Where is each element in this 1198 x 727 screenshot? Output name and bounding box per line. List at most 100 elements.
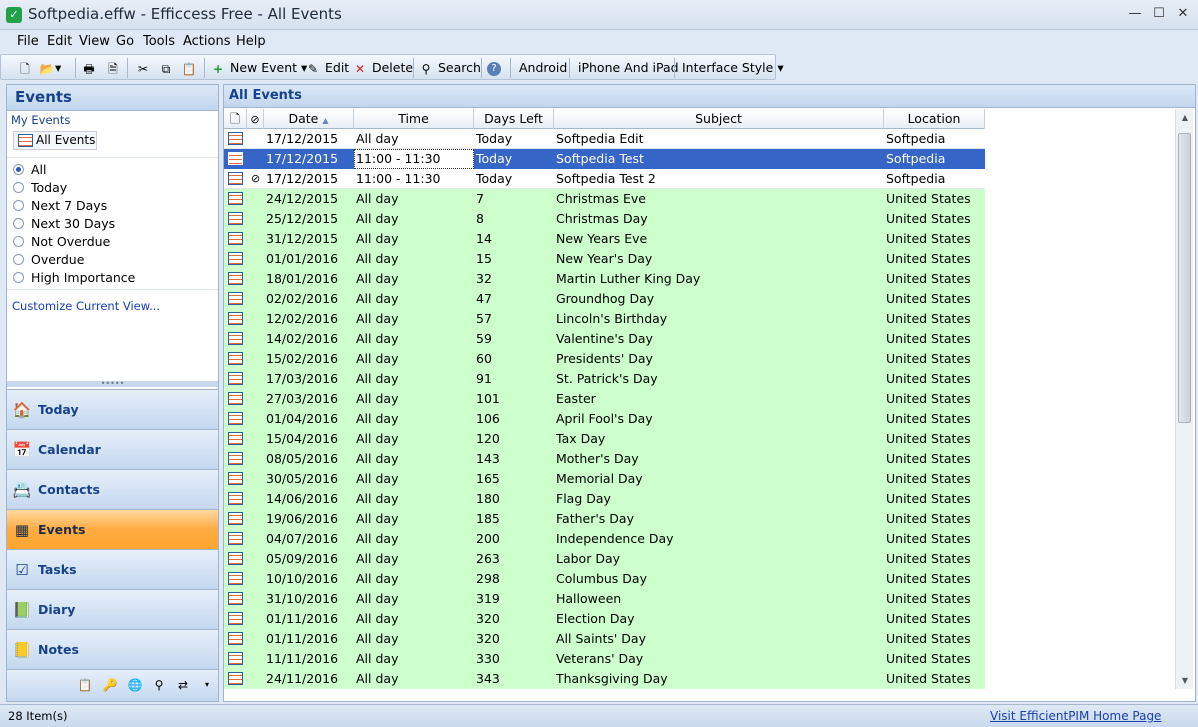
table-row[interactable]: 02/02/2016 All day 47 Groundhog Day United S… xyxy=(224,289,985,309)
location-column-header[interactable]: Location xyxy=(884,109,985,129)
interface-style-button[interactable]: Interface Style ▾ xyxy=(682,58,784,78)
open-folder-icon[interactable]: 📂▾ xyxy=(39,58,62,78)
table-row[interactable]: 01/01/2016 All day 15 New Year's Day United … xyxy=(224,249,985,269)
table-row[interactable]: 15/02/2016 All day 60 Presidents' Day United… xyxy=(224,349,985,369)
clipboard-icon[interactable]: 📋 xyxy=(77,677,93,693)
key-icon[interactable]: 🔑 xyxy=(102,677,118,693)
nav-calendar-button[interactable]: 📅 Calendar xyxy=(7,429,218,469)
nav-contacts-button[interactable]: 📇 Contacts xyxy=(7,469,218,509)
android-button[interactable]: Android xyxy=(519,58,567,78)
vertical-scrollbar[interactable]: ▲ ▼ xyxy=(1175,109,1193,689)
new-file-icon[interactable]: 🗋 xyxy=(17,58,33,78)
scroll-up-icon[interactable]: ▲ xyxy=(1176,109,1194,126)
nav-splitter-handle[interactable]: ••••• xyxy=(7,380,218,388)
date-column-header[interactable]: Date ▲ xyxy=(264,109,354,129)
menu-view[interactable]: View xyxy=(79,34,110,49)
filter-option[interactable]: Overdue xyxy=(13,251,84,269)
table-row[interactable]: 05/09/2016 All day 263 Labor Day United Stat… xyxy=(224,549,985,569)
radio-button[interactable] xyxy=(13,236,24,247)
sync-icon[interactable]: ⇄ xyxy=(175,677,191,693)
table-row[interactable]: 04/07/2016 All day 200 Independence Day Unit… xyxy=(224,529,985,549)
minimize-icon[interactable]: — xyxy=(1124,4,1146,24)
new-event-button[interactable]: + New Event ▾ xyxy=(210,58,307,78)
nav-today-button[interactable]: 🏠 Today xyxy=(7,389,218,429)
table-row[interactable]: 08/05/2016 All day 143 Mother's Day United S… xyxy=(224,449,985,469)
table-row[interactable]: 14/06/2016 All day 180 Flag Day United State… xyxy=(224,489,985,509)
table-row[interactable]: ⊘ 17/12/2015 11:00 - 11:30 Today Softpedia T… xyxy=(224,169,985,189)
print-icon[interactable]: 🖶 xyxy=(81,58,97,78)
scrollbar-thumb[interactable] xyxy=(1178,133,1191,423)
radio-button[interactable] xyxy=(13,254,24,265)
table-row[interactable]: 24/12/2015 All day 7 Christmas Eve United St… xyxy=(224,189,985,209)
radio-button[interactable] xyxy=(13,218,24,229)
table-row[interactable]: 10/10/2016 All day 298 Columbus Day United S… xyxy=(224,569,985,589)
search-button[interactable]: ⚲ Search xyxy=(418,58,481,78)
days-left-column-header[interactable]: Days Left xyxy=(474,109,554,129)
menu-file[interactable]: File xyxy=(17,34,39,49)
table-row[interactable]: 01/11/2016 All day 320 All Saints' Day Unite… xyxy=(224,629,985,649)
filter-option[interactable]: High Importance xyxy=(13,269,135,287)
help-icon[interactable]: ? xyxy=(487,58,501,78)
table-row[interactable]: 01/04/2016 All day 106 April Fool's Day Unit… xyxy=(224,409,985,429)
iphone-ipad-button[interactable]: iPhone And iPad xyxy=(578,58,679,78)
scroll-down-icon[interactable]: ▼ xyxy=(1176,672,1194,689)
type-column-header[interactable]: 🗋 xyxy=(224,109,247,129)
radio-button[interactable] xyxy=(13,272,24,283)
menu-go[interactable]: Go xyxy=(116,34,134,49)
menu-tools[interactable]: Tools xyxy=(143,34,175,49)
cut-icon[interactable]: ✂ xyxy=(135,58,151,78)
maximize-icon[interactable]: ☐ xyxy=(1148,4,1170,24)
nav-events-button[interactable]: ▦ Events xyxy=(7,509,218,549)
filter-option[interactable]: Today xyxy=(13,179,67,197)
paste-icon[interactable]: 📋 xyxy=(181,58,197,78)
edit-button[interactable]: ✎ Edit xyxy=(305,58,349,78)
search-icon[interactable]: ⚲ xyxy=(151,677,167,693)
table-row[interactable]: 15/04/2016 All day 120 Tax Day United States xyxy=(224,429,985,449)
radio-button[interactable] xyxy=(13,182,24,193)
radio-button[interactable] xyxy=(13,164,24,175)
location-cell: United States xyxy=(886,371,971,386)
location-cell: United States xyxy=(886,391,971,406)
home-page-link[interactable]: Visit EfficientPIM Home Page xyxy=(990,709,1161,723)
table-row[interactable]: 11/11/2016 All day 330 Veterans' Day United … xyxy=(224,649,985,669)
table-row[interactable]: 19/06/2016 All day 185 Father's Day United S… xyxy=(224,509,985,529)
filter-option[interactable]: All xyxy=(13,161,47,179)
table-row[interactable]: 18/01/2016 All day 32 Martin Luther King Da… xyxy=(224,269,985,289)
customize-view-link[interactable]: Customize Current View... xyxy=(12,299,160,313)
filter-option[interactable]: Not Overdue xyxy=(13,233,110,251)
filter-option[interactable]: Next 30 Days xyxy=(13,215,115,233)
print-preview-icon[interactable]: 🗎 xyxy=(105,58,121,78)
table-row[interactable]: 24/11/2016 All day 343 Thanksgiving Day Unit… xyxy=(224,669,985,689)
table-row[interactable]: 17/12/2015 All day Today Softpedia Edit Soft… xyxy=(224,129,985,149)
table-row[interactable]: 30/05/2016 All day 165 Memorial Day United S… xyxy=(224,469,985,489)
all-events-view[interactable]: All Events xyxy=(13,131,97,150)
time-column-header[interactable]: Time xyxy=(354,109,474,129)
table-row[interactable]: 31/12/2015 All day 14 New Years Eve United S… xyxy=(224,229,985,249)
chevron-down-icon[interactable]: ▾ xyxy=(199,677,215,693)
close-icon[interactable]: ✕ xyxy=(1172,4,1194,24)
delete-button[interactable]: ✕ Delete xyxy=(352,58,413,78)
attachment-column-header[interactable]: ⊘ xyxy=(247,109,264,129)
menu-help[interactable]: Help xyxy=(236,34,266,49)
menu-edit[interactable]: Edit xyxy=(47,34,72,49)
copy-icon[interactable]: ⧉ xyxy=(158,58,174,78)
menu-actions[interactable]: Actions xyxy=(183,34,231,49)
table-row[interactable]: 17/12/2015 11:00 - 11:30 Today Softpedia Te… xyxy=(224,149,985,169)
nav-notes-button[interactable]: 📒 Notes xyxy=(7,629,218,669)
nav-diary-button[interactable]: 📗 Diary xyxy=(7,589,218,629)
time-cell: All day xyxy=(356,491,399,506)
table-row[interactable]: 27/03/2016 All day 101 Easter United States xyxy=(224,389,985,409)
table-row[interactable]: 01/11/2016 All day 320 Election Day United S… xyxy=(224,609,985,629)
subject-column-header[interactable]: Subject xyxy=(554,109,884,129)
table-row[interactable]: 12/02/2016 All day 57 Lincoln's Birthday Uni… xyxy=(224,309,985,329)
table-row[interactable]: 17/03/2016 All day 91 St. Patrick's Day Unit… xyxy=(224,369,985,389)
table-row[interactable]: 31/10/2016 All day 319 Halloween United Stat… xyxy=(224,589,985,609)
filter-option[interactable]: Next 7 Days xyxy=(13,197,107,215)
radio-button[interactable] xyxy=(13,200,24,211)
table-row[interactable]: 25/12/2015 All day 8 Christmas Day United St… xyxy=(224,209,985,229)
globe-icon[interactable]: 🌐 xyxy=(127,677,143,693)
table-row[interactable]: 14/02/2016 All day 59 Valentine's Day United… xyxy=(224,329,985,349)
nav-tasks-button[interactable]: ☑ Tasks xyxy=(7,549,218,589)
events-icon: ▦ xyxy=(14,521,30,539)
location-cell: United States xyxy=(886,451,971,466)
